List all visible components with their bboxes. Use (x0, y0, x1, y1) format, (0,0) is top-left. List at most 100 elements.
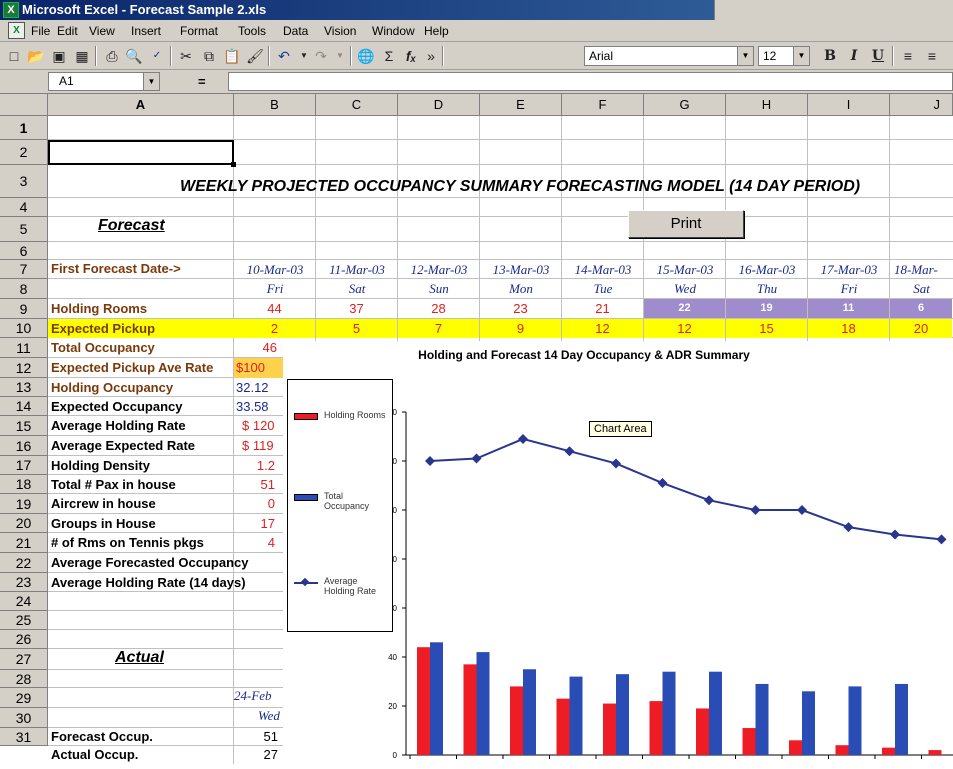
menu-view[interactable]: View (89, 20, 115, 42)
holding-rooms-cell[interactable]: 23 (480, 299, 561, 318)
bold-button[interactable]: B (820, 46, 840, 66)
underline-button[interactable]: U (868, 46, 888, 66)
forecast-date-cell[interactable]: 10-Mar-03 (234, 260, 316, 279)
row-header-9[interactable]: 9 (0, 299, 48, 319)
forecast-day-cell[interactable]: Fri (808, 279, 890, 298)
holding-rooms-cell[interactable]: 28 (398, 299, 479, 318)
toolbar-overflow-icon[interactable]: » (424, 46, 438, 66)
column-header-h[interactable]: H (726, 94, 808, 116)
holding-rooms-cell[interactable]: 19 (726, 299, 807, 318)
row-header-29[interactable]: 29 (0, 688, 48, 708)
row-header-24[interactable]: 24 (0, 592, 48, 611)
stat-value[interactable]: 51 (234, 475, 283, 494)
column-header-a[interactable]: A (48, 94, 234, 116)
point-average-holding-rate[interactable] (797, 505, 807, 515)
bar-holding-rooms[interactable] (510, 686, 523, 755)
row-header-31[interactable]: 31 (0, 728, 48, 746)
font-size-select[interactable]: 12 ▼ (758, 46, 810, 66)
row-header-7[interactable]: 7 (0, 260, 48, 279)
forecast-day-cell[interactable]: Tue (562, 279, 644, 298)
column-header-i[interactable]: I (808, 94, 890, 116)
paste-icon[interactable]: 📋 (222, 46, 242, 66)
new-document-icon[interactable]: □ (4, 46, 24, 66)
bar-total-occupancy[interactable] (709, 671, 722, 755)
print-button[interactable]: Print (628, 210, 744, 238)
permission-icon[interactable]: ▦ (72, 46, 92, 66)
bar-total-occupancy[interactable] (476, 652, 490, 755)
point-average-holding-rate[interactable] (657, 478, 668, 489)
print-icon[interactable]: ⎙ (102, 46, 122, 66)
row-header-28[interactable]: 28 (0, 670, 48, 688)
point-average-holding-rate[interactable] (704, 495, 714, 506)
forecast-date-cell[interactable]: 18-Mar- (890, 260, 953, 279)
redo-icon[interactable]: ↷ (311, 46, 331, 66)
bar-total-occupancy[interactable] (523, 669, 536, 755)
forecast-date-cell[interactable]: 11-Mar-03 (316, 260, 398, 279)
expected-pickup-cell[interactable]: 5 (316, 319, 397, 338)
menu-window[interactable]: Window (372, 20, 415, 42)
bar-holding-rooms[interactable] (696, 708, 709, 755)
align-left-icon[interactable]: ≡ (898, 46, 918, 66)
row-header-12[interactable]: 12 (0, 358, 48, 378)
stat-value[interactable]: 0 (234, 494, 283, 514)
cut-icon[interactable]: ✂ (176, 46, 196, 66)
expected-pickup-cell[interactable]: 12 (562, 319, 643, 338)
expected-pickup-cell[interactable]: 2 (234, 319, 315, 338)
bar-total-occupancy[interactable] (662, 671, 676, 755)
align-center-icon[interactable]: ≡ (922, 46, 942, 66)
point-average-holding-rate[interactable] (936, 534, 947, 545)
stat-value[interactable]: 33.58 (234, 397, 283, 416)
column-header-c[interactable]: C (316, 94, 398, 116)
row-header-30[interactable]: 30 (0, 708, 48, 728)
bar-holding-rooms[interactable] (603, 703, 616, 755)
point-average-holding-rate[interactable] (843, 522, 854, 533)
bar-holding-rooms[interactable] (649, 701, 663, 755)
open-folder-icon[interactable]: 📂 (26, 46, 46, 66)
chevron-down-icon[interactable]: ▼ (737, 47, 753, 65)
row-header-4[interactable]: 4 (0, 198, 48, 217)
row-header-25[interactable]: 25 (0, 611, 48, 630)
row-header-14[interactable]: 14 (0, 397, 48, 416)
forecast-day-cell[interactable]: Sun (398, 279, 480, 298)
bar-total-occupancy[interactable] (848, 686, 862, 755)
forecast-date-cell[interactable]: 16-Mar-03 (726, 260, 808, 279)
row-header-13[interactable]: 13 (0, 378, 48, 397)
bar-holding-rooms[interactable] (789, 740, 802, 755)
row-header-5[interactable]: 5 (0, 217, 48, 242)
forecast-date-cell[interactable]: 15-Mar-03 (644, 260, 726, 279)
row-header-27[interactable]: 27 (0, 649, 48, 670)
point-average-holding-rate[interactable] (890, 529, 900, 540)
row-header-22[interactable]: 22 (0, 553, 48, 573)
expected-pickup-cell[interactable]: 7 (398, 319, 479, 338)
menu-vision[interactable]: Vision (324, 20, 356, 42)
active-cell-a1[interactable] (48, 140, 236, 167)
expected-pickup-cell[interactable]: 20 (890, 319, 952, 338)
redo-dropdown-icon[interactable]: ▼ (330, 46, 350, 66)
stat-value[interactable]: 46 (234, 338, 283, 358)
row-header-19[interactable]: 19 (0, 494, 48, 514)
stat-value[interactable]: 4 (234, 533, 283, 553)
forecast-day-cell[interactable]: Mon (480, 279, 562, 298)
column-header-j[interactable]: J (890, 94, 953, 116)
row-header-16[interactable]: 16 (0, 436, 48, 456)
bar-total-occupancy[interactable] (616, 674, 629, 755)
copy-icon[interactable]: ⧉ (199, 46, 219, 66)
forecast-day-cell[interactable]: Fri (234, 279, 316, 298)
column-header-b[interactable]: B (234, 94, 316, 116)
point-average-holding-rate[interactable] (425, 456, 435, 466)
row-header-10[interactable]: 10 (0, 319, 48, 338)
expected-pickup-cell[interactable]: 18 (808, 319, 889, 338)
holding-rooms-cell[interactable]: 21 (562, 299, 643, 318)
forecast-day-cell[interactable]: Wed (644, 279, 726, 298)
point-average-holding-rate[interactable] (564, 446, 575, 457)
insert-function-icon[interactable]: fₓ (401, 46, 421, 66)
excel-icon[interactable]: X (3, 2, 19, 18)
undo-icon[interactable]: ↶ (274, 46, 294, 66)
holding-rooms-cell[interactable]: 44 (234, 299, 315, 318)
column-header-e[interactable]: E (480, 94, 562, 116)
bar-holding-rooms[interactable] (882, 747, 895, 755)
bar-total-occupancy[interactable] (430, 642, 443, 755)
row-header-1[interactable]: 1 (0, 116, 48, 140)
line-average-holding-rate[interactable] (429, 437, 942, 541)
save-icon[interactable]: ▣ (49, 46, 69, 66)
